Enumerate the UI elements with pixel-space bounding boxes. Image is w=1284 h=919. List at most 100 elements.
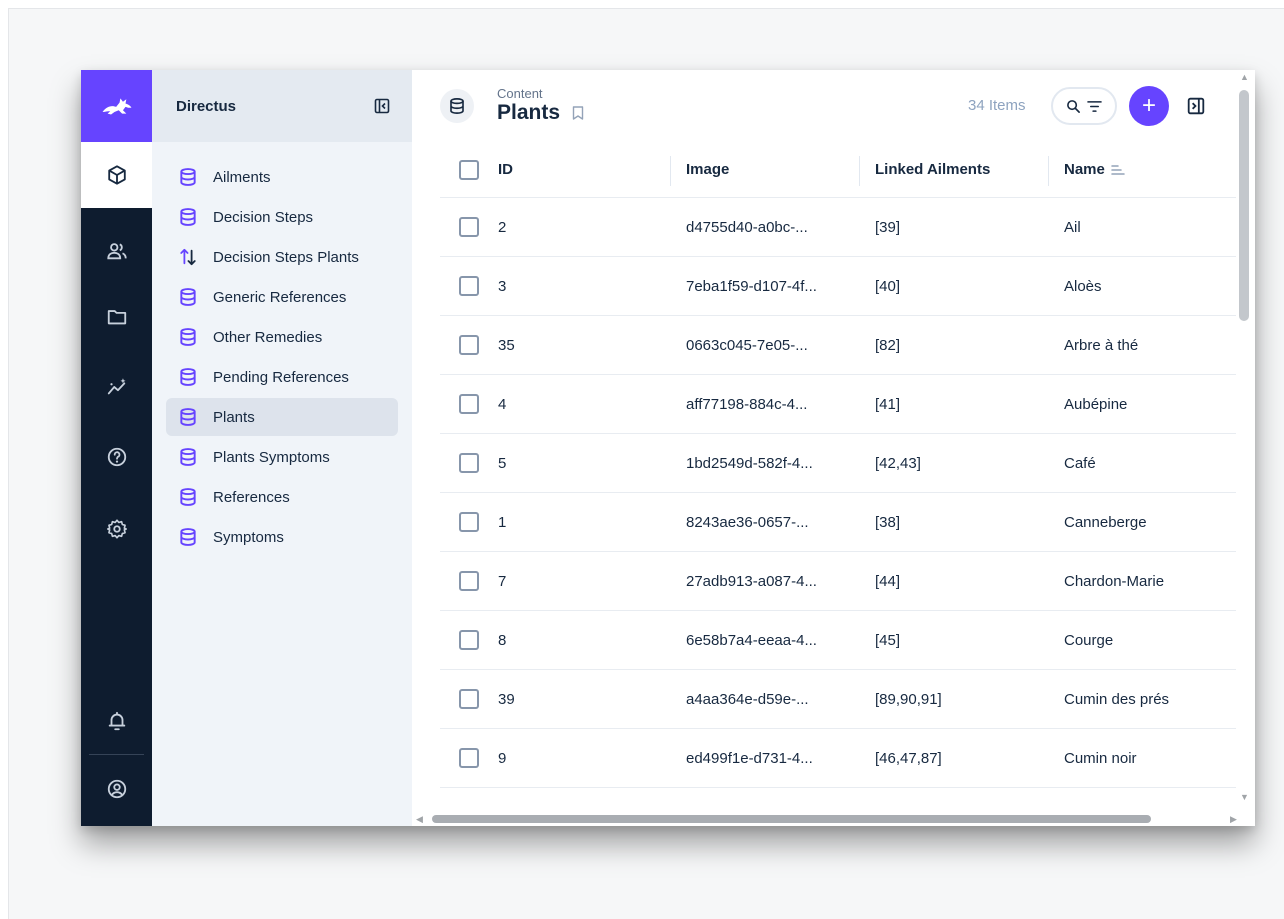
column-divider[interactable]	[1048, 156, 1049, 186]
cell-linked-ailments: [41]	[875, 395, 901, 413]
search-icon	[1067, 99, 1080, 113]
help-icon	[107, 447, 126, 467]
collection-icon-badge	[440, 89, 474, 123]
row-checkbox[interactable]	[459, 276, 479, 296]
module-content[interactable]	[81, 142, 152, 208]
nav-item-label: Generic References	[213, 288, 347, 306]
table-row[interactable]: 1 8243ae36-0657-... [38] Canneberge	[440, 493, 1236, 552]
database-icon	[177, 166, 199, 188]
project-header: Directus	[152, 70, 412, 142]
cell-name: Ail	[1064, 218, 1081, 236]
cell-name: Cumin noir	[1064, 749, 1137, 767]
column-header-id[interactable]: ID	[498, 142, 513, 197]
row-checkbox[interactable]	[459, 512, 479, 532]
nav-item-generic-references[interactable]: Generic References	[166, 278, 398, 316]
bookmark-icon[interactable]	[572, 106, 584, 120]
table-row[interactable]: 7 27adb913-a087-4... [44] Chardon-Marie	[440, 552, 1236, 611]
scroll-left-arrow[interactable]: ◀	[416, 814, 423, 825]
nav-item-label: Pending References	[213, 368, 349, 386]
module-help[interactable]	[81, 424, 152, 490]
scroll-up-arrow[interactable]: ▲	[1240, 72, 1249, 82]
column-divider[interactable]	[859, 156, 860, 186]
table-row[interactable]: 3 7eba1f59-d107-4f... [40] Aloès	[440, 257, 1236, 316]
cell-linked-ailments: [89,90,91]	[875, 690, 942, 708]
row-checkbox[interactable]	[459, 335, 479, 355]
table-row[interactable]: 4 aff77198-884c-4... [41] Aubépine	[440, 375, 1236, 434]
nav-item-symptoms[interactable]: Symptoms	[166, 518, 398, 556]
table-row[interactable]: 39 a4aa364e-d59e-... [89,90,91] Cumin des p…	[440, 670, 1236, 729]
module-notifications[interactable]	[81, 688, 152, 754]
column-header-name[interactable]: Name	[1064, 142, 1125, 197]
table-row[interactable]: 35 0663c045-7e05-... [82] Arbre à thé	[440, 316, 1236, 375]
cell-id: 1	[498, 513, 507, 531]
search-filter-button[interactable]	[1051, 87, 1117, 125]
module-users[interactable]	[81, 218, 152, 284]
table-row[interactable]: 2 d4755d40-a0bc-... [39] Ail	[440, 198, 1236, 257]
vertical-scroll-thumb[interactable]	[1239, 90, 1249, 321]
row-checkbox[interactable]	[459, 748, 479, 768]
toggle-sidebar-icon[interactable]	[1187, 97, 1205, 115]
app-window: Directus Ailments Decision Steps Decision …	[81, 70, 1255, 826]
module-files[interactable]	[81, 284, 152, 350]
table-row[interactable]: 9 ed499f1e-d731-4... [46,47,87] Cumin noir	[440, 729, 1236, 788]
cell-name: Cumin des prés	[1064, 690, 1170, 708]
row-checkbox[interactable]	[459, 630, 479, 650]
database-icon	[177, 326, 199, 348]
breadcrumb[interactable]: Content	[497, 87, 584, 101]
navigation-panel: Directus Ailments Decision Steps Decision …	[152, 70, 412, 826]
nav-item-label: Ailments	[213, 168, 271, 186]
item-count: 34 Items	[968, 97, 1026, 114]
sort-icon[interactable]	[1111, 164, 1125, 176]
row-checkbox[interactable]	[459, 217, 479, 237]
header-text: Content Plants	[497, 87, 584, 125]
cell-id: 8	[498, 631, 507, 649]
cell-image: 8243ae36-0657-...	[686, 513, 809, 531]
rabbit-logo-icon	[102, 98, 131, 115]
cell-name: Courge	[1064, 631, 1114, 649]
nav-item-pending-references[interactable]: Pending References	[166, 358, 398, 396]
folder-icon	[107, 310, 126, 325]
nav-item-ailments[interactable]: Ailments	[166, 158, 398, 196]
scroll-right-arrow[interactable]: ▶	[1230, 814, 1237, 825]
row-checkbox[interactable]	[459, 394, 479, 414]
row-checkbox[interactable]	[459, 571, 479, 591]
cell-linked-ailments: [44]	[875, 572, 901, 590]
nav-item-other-remedies[interactable]: Other Remedies	[166, 318, 398, 356]
nav-item-decision-steps[interactable]: Decision Steps	[166, 198, 398, 236]
cell-image: 7eba1f59-d107-4f...	[686, 277, 817, 295]
cell-id: 2	[498, 218, 507, 236]
vertical-scrollbar[interactable]: ▲ ▼	[1234, 70, 1255, 812]
cell-name: Café	[1064, 454, 1096, 472]
page-title: Plants	[497, 101, 561, 124]
directus-logo[interactable]	[81, 70, 152, 142]
nav-item-references[interactable]: References	[166, 478, 398, 516]
cell-image: a4aa364e-d59e-...	[686, 690, 809, 708]
database-icon	[177, 406, 199, 428]
select-all-checkbox[interactable]	[459, 159, 479, 180]
nav-item-label: References	[213, 488, 290, 506]
nav-item-plants[interactable]: Plants	[166, 398, 398, 436]
nav-item-decision-steps-plants[interactable]: Decision Steps Plants	[166, 238, 398, 276]
module-insights[interactable]	[81, 354, 152, 420]
database-icon	[177, 286, 199, 308]
cell-id: 9	[498, 749, 507, 767]
module-account[interactable]	[81, 756, 152, 822]
column-header-linked-ailments[interactable]: Linked Ailments	[875, 142, 990, 197]
horizontal-scrollbar[interactable]: ◀ ▶	[412, 812, 1255, 826]
nav-item-label: Decision Steps	[213, 208, 314, 226]
cell-id: 5	[498, 454, 507, 472]
row-checkbox[interactable]	[459, 689, 479, 709]
column-header-image[interactable]: Image	[686, 142, 729, 197]
row-checkbox[interactable]	[459, 453, 479, 473]
create-item-button[interactable]: +	[1129, 86, 1169, 126]
horizontal-scroll-thumb[interactable]	[432, 815, 1151, 823]
table-row[interactable]: 5 1bd2549d-582f-4... [42,43] Café	[440, 434, 1236, 493]
nav-item-plants-symptoms[interactable]: Plants Symptoms	[166, 438, 398, 476]
column-divider[interactable]	[670, 156, 671, 186]
database-icon	[450, 98, 464, 114]
scroll-down-arrow[interactable]: ▼	[1240, 792, 1249, 802]
table-row[interactable]: 8 6e58b7a4-eeaa-4... [45] Courge	[440, 611, 1236, 670]
nav-item-label: Plants	[213, 408, 255, 426]
collapse-sidebar-icon[interactable]	[374, 98, 390, 114]
module-settings[interactable]	[81, 496, 152, 562]
